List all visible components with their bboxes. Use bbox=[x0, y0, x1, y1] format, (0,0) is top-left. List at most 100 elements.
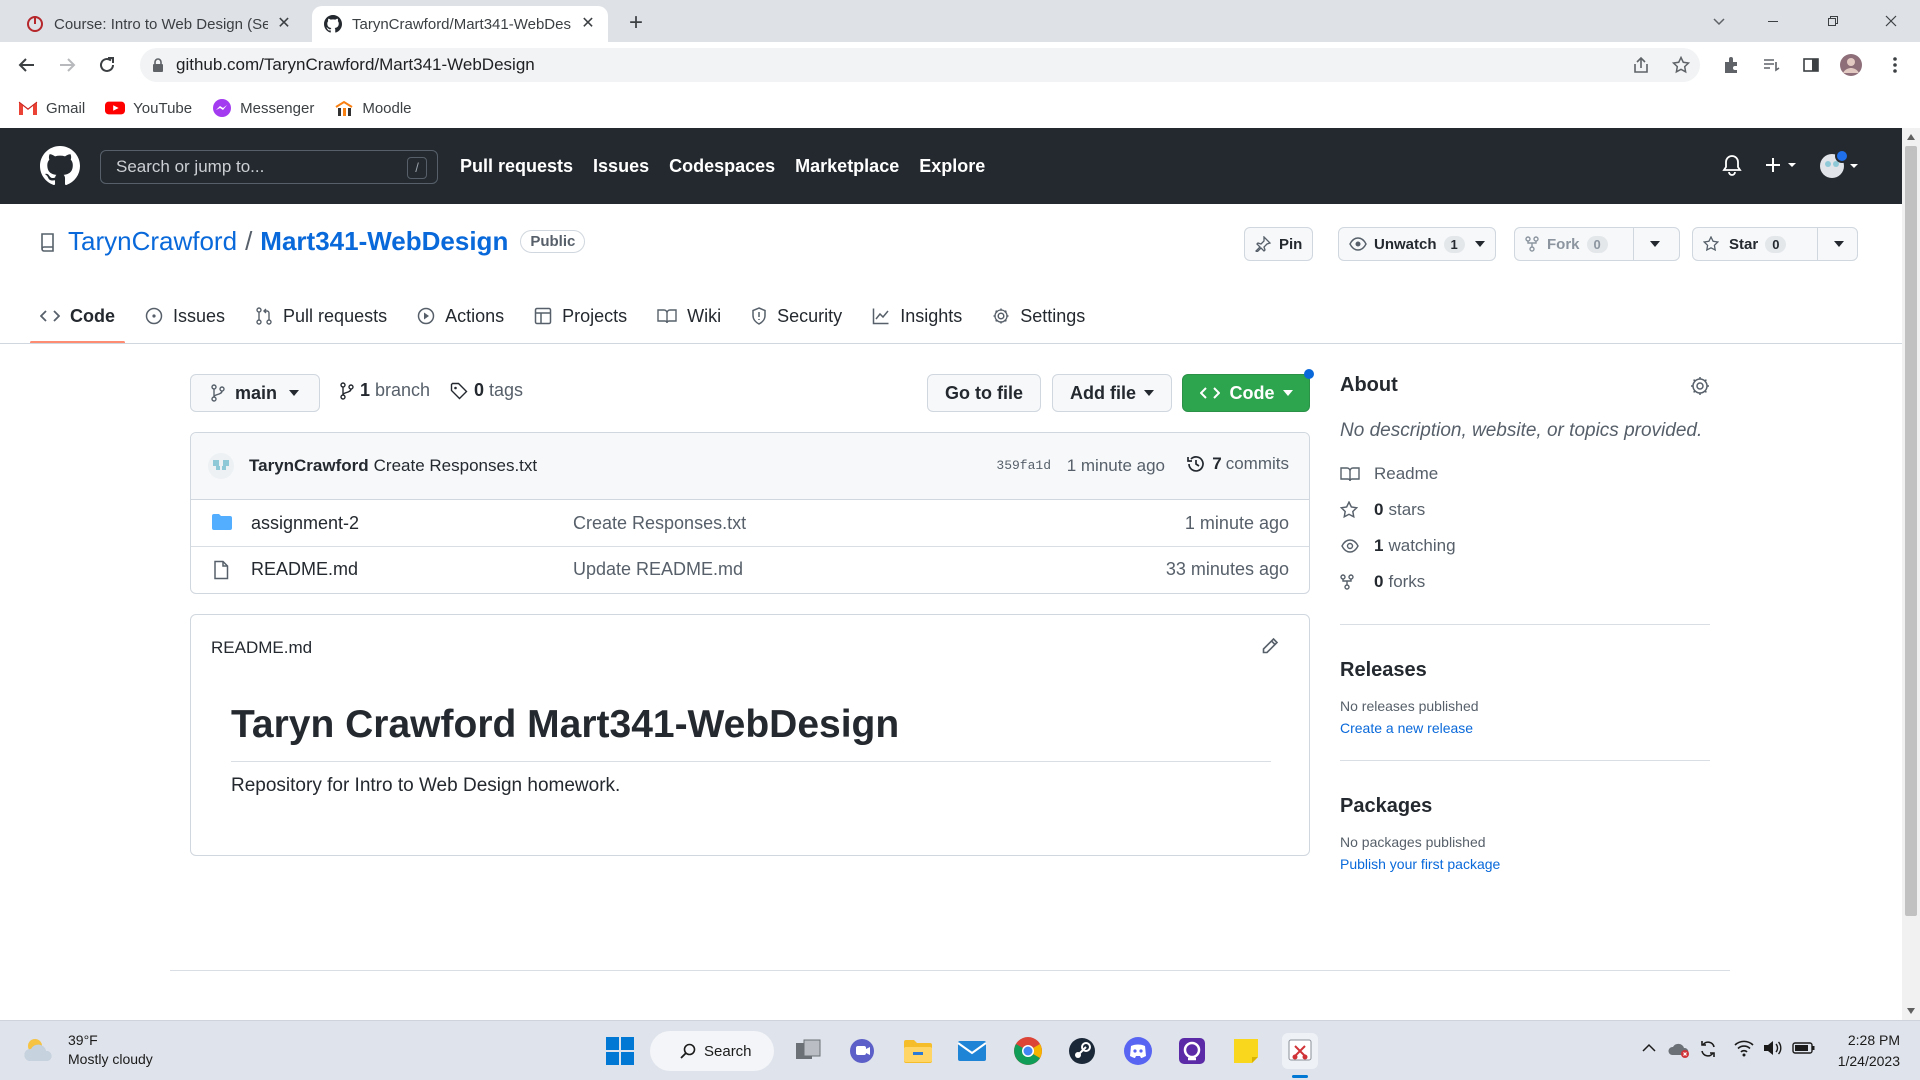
publish-package-link[interactable]: Publish your first package bbox=[1340, 856, 1710, 872]
star-dropdown[interactable] bbox=[1817, 228, 1854, 260]
star-button[interactable]: Star 0 bbox=[1692, 227, 1858, 261]
scrollbar-thumb[interactable] bbox=[1905, 146, 1917, 916]
tab-actions[interactable]: Actions bbox=[417, 288, 504, 344]
file-row[interactable]: README.md Update README.md 33 minutes ag… bbox=[191, 546, 1309, 592]
profile-avatar-icon[interactable] bbox=[1838, 52, 1864, 78]
close-window-icon[interactable] bbox=[1862, 0, 1920, 42]
notifications-bell-icon[interactable] bbox=[1722, 154, 1742, 176]
extensions-icon[interactable] bbox=[1718, 52, 1744, 78]
tab-wiki[interactable]: Wiki bbox=[657, 288, 721, 344]
forward-arrow-icon[interactable] bbox=[52, 50, 82, 80]
nav-marketplace[interactable]: Marketplace bbox=[795, 156, 899, 177]
file-name-link[interactable]: assignment-2 bbox=[251, 513, 359, 534]
file-row[interactable]: assignment-2 Create Responses.txt 1 minu… bbox=[191, 500, 1309, 546]
fork-button[interactable]: Fork 0 bbox=[1514, 227, 1680, 261]
weather-widget[interactable]: 39°F Mostly cloudy bbox=[22, 1031, 153, 1069]
tab-search-chevron-icon[interactable] bbox=[1690, 0, 1748, 42]
bookmark-star-icon[interactable] bbox=[1668, 52, 1694, 78]
file-name-link[interactable]: README.md bbox=[251, 559, 358, 580]
browser-tab-github[interactable]: TarynCrawford/Mart341-WebDes ✕ bbox=[312, 6, 608, 42]
sync-icon[interactable] bbox=[1698, 1039, 1718, 1059]
tab-security[interactable]: Security bbox=[751, 288, 842, 344]
file-commit-message[interactable]: Create Responses.txt bbox=[573, 513, 746, 534]
unwatch-button[interactable]: Unwatch 1 bbox=[1338, 227, 1496, 261]
page-scrollbar[interactable] bbox=[1902, 128, 1920, 1020]
close-tab-icon[interactable]: ✕ bbox=[276, 16, 292, 32]
bookmark-messenger[interactable]: Messenger bbox=[212, 98, 314, 118]
commit-history-link[interactable]: 7 commits bbox=[1186, 454, 1289, 474]
sticky-notes-icon[interactable] bbox=[1228, 1033, 1264, 1069]
minimize-icon[interactable] bbox=[1744, 0, 1802, 42]
branches-link[interactable]: 1 branch bbox=[340, 380, 430, 401]
bookmark-moodle[interactable]: Moodle bbox=[334, 98, 412, 118]
edit-pencil-icon[interactable] bbox=[1261, 637, 1279, 655]
user-avatar-menu[interactable] bbox=[1818, 150, 1860, 182]
nav-pull-requests[interactable]: Pull requests bbox=[460, 156, 573, 177]
address-bar[interactable]: github.com/TarynCrawford/Mart341-WebDesi… bbox=[140, 48, 1700, 82]
tab-code[interactable]: Code bbox=[30, 288, 125, 344]
author-avatar[interactable] bbox=[207, 452, 235, 480]
releases-title[interactable]: Releases bbox=[1340, 659, 1710, 682]
commit-sha-link[interactable]: 359fa1d bbox=[996, 458, 1051, 473]
code-button[interactable]: Code bbox=[1182, 374, 1310, 412]
nav-issues[interactable]: Issues bbox=[593, 156, 649, 177]
github-search-input[interactable]: Search or jump to... / bbox=[100, 150, 438, 184]
volume-icon[interactable] bbox=[1762, 1039, 1782, 1057]
wifi-icon[interactable] bbox=[1734, 1039, 1754, 1057]
taskbar-clock[interactable]: 2:28 PM 1/24/2023 bbox=[1828, 1030, 1900, 1072]
onedrive-error-icon[interactable] bbox=[1668, 1039, 1692, 1059]
nav-explore[interactable]: Explore bbox=[919, 156, 985, 177]
commit-author-link[interactable]: TarynCrawford bbox=[249, 456, 369, 476]
repo-name-link[interactable]: Mart341-WebDesign bbox=[260, 226, 508, 257]
tags-link[interactable]: 0 tags bbox=[450, 380, 523, 401]
create-release-link[interactable]: Create a new release bbox=[1340, 720, 1710, 736]
forks-link[interactable]: 0 forks bbox=[1340, 564, 1710, 600]
repo-owner-link[interactable]: TarynCrawford bbox=[68, 226, 237, 257]
snipping-tool-icon[interactable] bbox=[1282, 1033, 1318, 1069]
browser-tab-course[interactable]: Course: Intro to Web Design (Sec ✕ bbox=[14, 6, 304, 42]
reload-icon[interactable] bbox=[92, 50, 122, 80]
tab-settings[interactable]: Settings bbox=[992, 288, 1085, 344]
tab-projects[interactable]: Projects bbox=[534, 288, 627, 344]
gear-icon[interactable] bbox=[1690, 376, 1710, 396]
packages-title[interactable]: Packages bbox=[1340, 795, 1710, 818]
close-tab-icon[interactable]: ✕ bbox=[580, 16, 596, 32]
chrome-icon[interactable] bbox=[1010, 1033, 1046, 1069]
taskbar-search-button[interactable]: Search bbox=[650, 1031, 774, 1071]
scroll-up-arrow-icon[interactable] bbox=[1907, 134, 1915, 140]
go-to-file-button[interactable]: Go to file bbox=[927, 374, 1041, 412]
bookmark-gmail[interactable]: Gmail bbox=[18, 98, 85, 118]
fork-dropdown[interactable] bbox=[1633, 228, 1670, 260]
tray-overflow-chevron-icon[interactable] bbox=[1642, 1043, 1656, 1053]
stars-link[interactable]: 0 stars bbox=[1340, 492, 1710, 528]
add-file-button[interactable]: Add file bbox=[1052, 374, 1172, 412]
battery-icon[interactable] bbox=[1792, 1039, 1816, 1057]
readme-link[interactable]: Readme bbox=[1340, 456, 1710, 492]
restore-icon[interactable] bbox=[1804, 0, 1862, 42]
share-icon[interactable] bbox=[1628, 52, 1654, 78]
create-new-plus-icon[interactable] bbox=[1764, 156, 1798, 174]
discord-icon[interactable] bbox=[1120, 1033, 1156, 1069]
file-explorer-icon[interactable] bbox=[900, 1033, 936, 1069]
windows-start-icon[interactable] bbox=[602, 1033, 638, 1069]
scroll-down-arrow-icon[interactable] bbox=[1907, 1008, 1915, 1014]
nav-codespaces[interactable]: Codespaces bbox=[669, 156, 775, 177]
tab-pull-requests[interactable]: Pull requests bbox=[255, 288, 387, 344]
branch-select-button[interactable]: main bbox=[190, 374, 320, 412]
github-logo-icon[interactable] bbox=[40, 146, 80, 186]
tab-issues[interactable]: Issues bbox=[145, 288, 225, 344]
app-launcher-icon[interactable] bbox=[1174, 1033, 1210, 1069]
side-panel-icon[interactable] bbox=[1798, 52, 1824, 78]
reading-list-icon[interactable] bbox=[1758, 52, 1784, 78]
tab-insights[interactable]: Insights bbox=[872, 288, 962, 344]
teams-chat-icon[interactable] bbox=[844, 1033, 880, 1069]
file-commit-message[interactable]: Update README.md bbox=[573, 559, 743, 580]
mail-icon[interactable] bbox=[954, 1033, 990, 1069]
browser-menu-icon[interactable] bbox=[1882, 52, 1908, 78]
bookmark-youtube[interactable]: YouTube bbox=[105, 98, 192, 118]
new-tab-button[interactable]: + bbox=[620, 8, 652, 40]
task-view-icon[interactable] bbox=[790, 1033, 826, 1069]
steam-icon[interactable] bbox=[1064, 1033, 1100, 1069]
commit-message-link[interactable]: Create Responses.txt bbox=[374, 456, 537, 476]
watchers-link[interactable]: 1 watching bbox=[1340, 528, 1710, 564]
